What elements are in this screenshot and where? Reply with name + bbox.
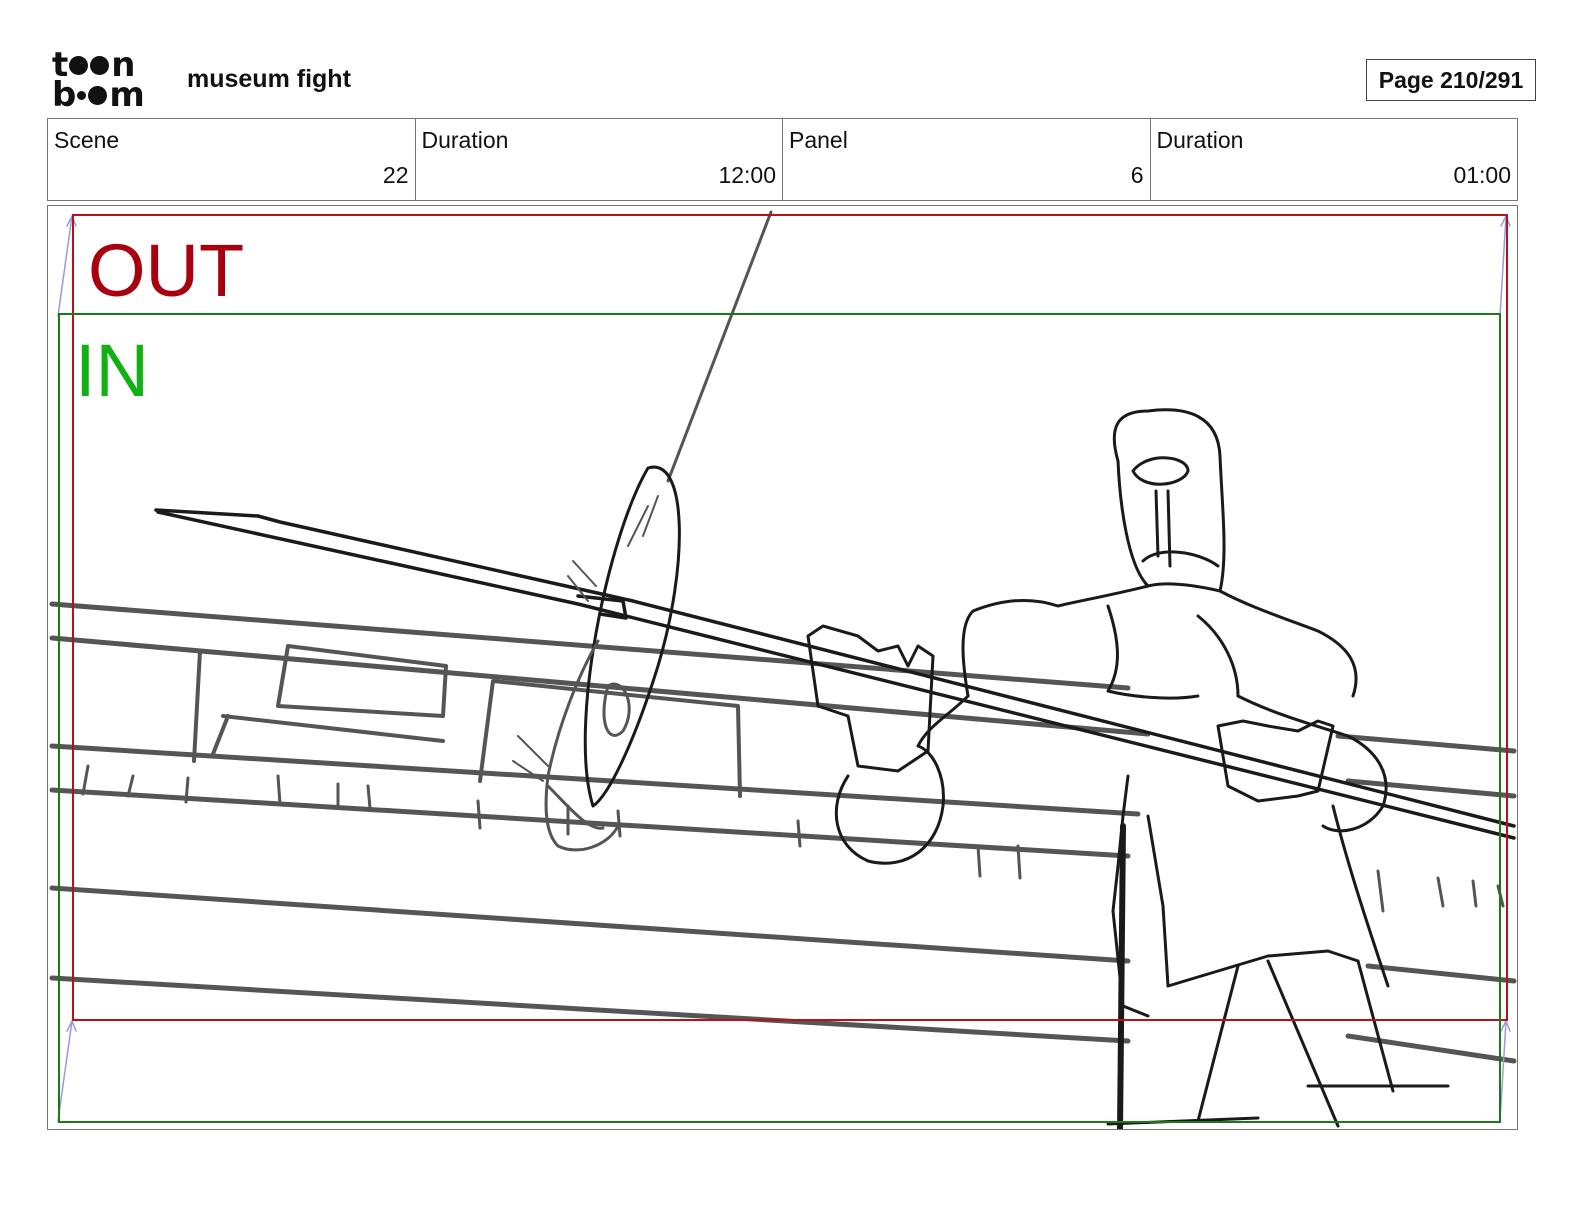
in-frame <box>58 313 1501 1123</box>
scene-cell: Scene 22 <box>48 119 415 200</box>
scene-value: 22 <box>382 162 409 188</box>
logo-dot <box>90 55 110 75</box>
panel-duration-value: 01:00 <box>1453 162 1511 188</box>
page-indicator: Page 210/291 <box>1366 59 1536 101</box>
scene-info-table: Scene 22 Duration 12:00 Panel 6 Duration… <box>47 118 1518 201</box>
storyboard-panel: OUT IN <box>47 205 1518 1130</box>
scene-duration-cell: Duration 12:00 <box>414 119 783 200</box>
panel-cell: Panel 6 <box>782 119 1150 200</box>
panel-value: 6 <box>1130 162 1144 188</box>
logo-dot <box>77 90 87 100</box>
out-label: OUT <box>88 229 245 312</box>
logo-letter: b <box>52 75 76 115</box>
toonboom-logo: t n b m <box>52 48 164 115</box>
scene-label: Scene <box>54 127 120 153</box>
project-title: museum fight <box>187 65 351 93</box>
logo-letter: m <box>109 75 144 115</box>
panel-duration-cell: Duration 01:00 <box>1149 119 1518 200</box>
panel-label: Panel <box>789 127 848 153</box>
logo-dot <box>69 55 89 75</box>
panel-duration-label: Duration <box>1156 127 1244 153</box>
in-label: IN <box>75 329 149 412</box>
scene-duration-label: Duration <box>421 127 509 153</box>
scene-duration-value: 12:00 <box>718 162 776 188</box>
logo-dot <box>88 85 108 105</box>
logo-bottom-line: b m <box>52 75 145 115</box>
